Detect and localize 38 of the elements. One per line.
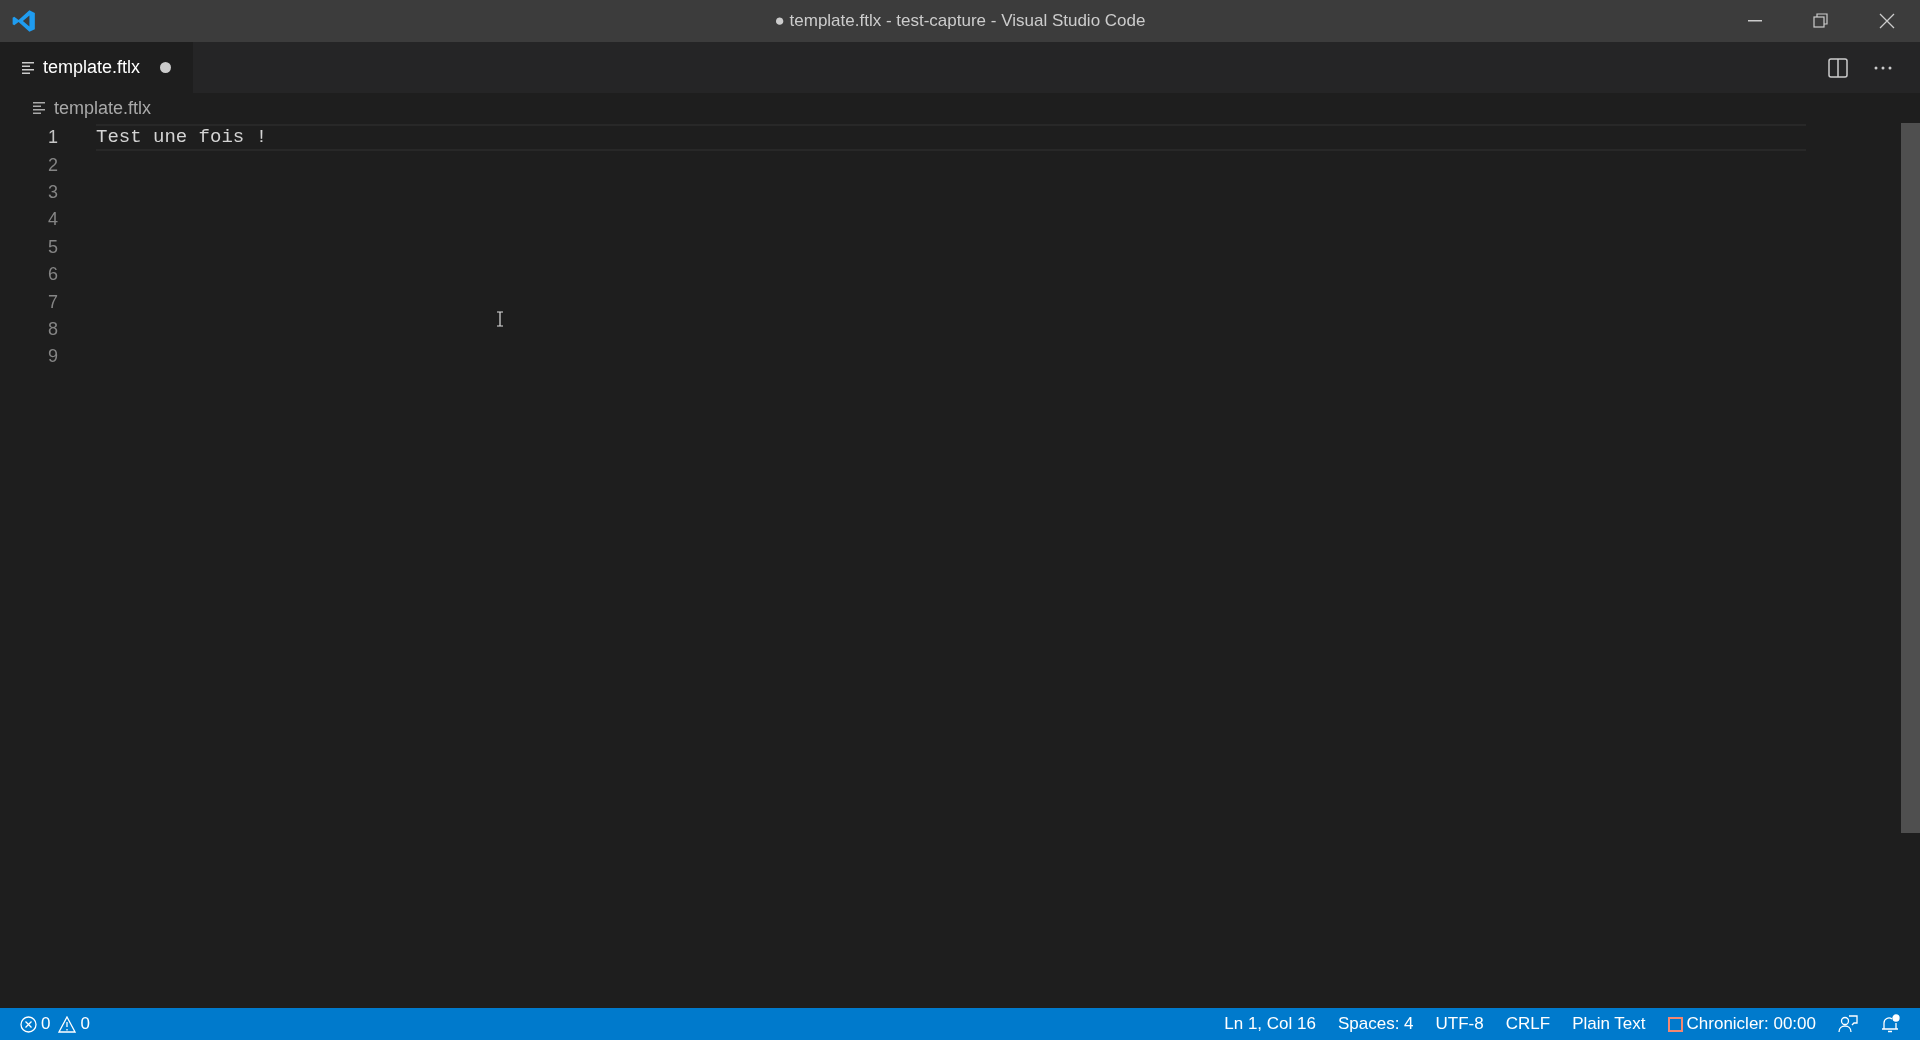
line-number: 9 — [47, 345, 58, 369]
restore-icon — [1813, 13, 1829, 29]
more-icon[interactable] — [1874, 65, 1892, 70]
editor-tab[interactable]: template.ftlx — [0, 42, 194, 93]
status-item[interactable]: UTF-8 — [1435, 1011, 1484, 1037]
notification-bell-icon[interactable] — [1880, 1014, 1900, 1034]
line-number: 6 — [47, 263, 58, 287]
scrollbar[interactable] — [1901, 123, 1920, 833]
warning-count: 0 — [80, 1013, 90, 1036]
status-item[interactable]: Ln 1, Col 16 — [1224, 1011, 1316, 1037]
warning-icon — [58, 1015, 77, 1033]
app-logo-icon — [11, 8, 37, 34]
feedback-icon[interactable] — [1838, 1014, 1858, 1034]
window-title: ● template.ftlx - test-capture - Visual Studio Code — [774, 10, 1146, 33]
close-icon — [1879, 13, 1895, 29]
line-number: 8 — [47, 317, 58, 341]
text-file-icon — [33, 102, 46, 114]
status-item[interactable]: CRLF — [1505, 1011, 1551, 1037]
status-item[interactable]: Plain Text — [1572, 1011, 1646, 1037]
problems-indicator[interactable]: 0 0 — [20, 1011, 90, 1037]
error-icon — [20, 1015, 37, 1033]
split-editor-icon[interactable] — [1828, 57, 1848, 78]
line-number: 4 — [47, 208, 58, 232]
status-item[interactable]: Chronicler: 00:00 — [1686, 1011, 1816, 1037]
line-number: 2 — [47, 153, 58, 177]
minimize-icon — [1748, 20, 1762, 22]
line-number: 3 — [47, 180, 58, 204]
line-number: 5 — [47, 235, 58, 259]
breadcrumb-item[interactable]: template.ftlx — [54, 94, 152, 122]
stop-square-icon — [1667, 1016, 1683, 1032]
tab-label: template.ftlx — [43, 56, 141, 79]
line-number: 1 — [47, 126, 58, 150]
error-count: 0 — [41, 1013, 51, 1036]
code-line: Test une fois ! — [96, 125, 268, 151]
text-file-icon — [22, 61, 35, 74]
line-number: 7 — [47, 290, 58, 314]
status-item[interactable]: Spaces: 4 — [1337, 1011, 1414, 1037]
text-cursor-icon — [496, 311, 504, 327]
